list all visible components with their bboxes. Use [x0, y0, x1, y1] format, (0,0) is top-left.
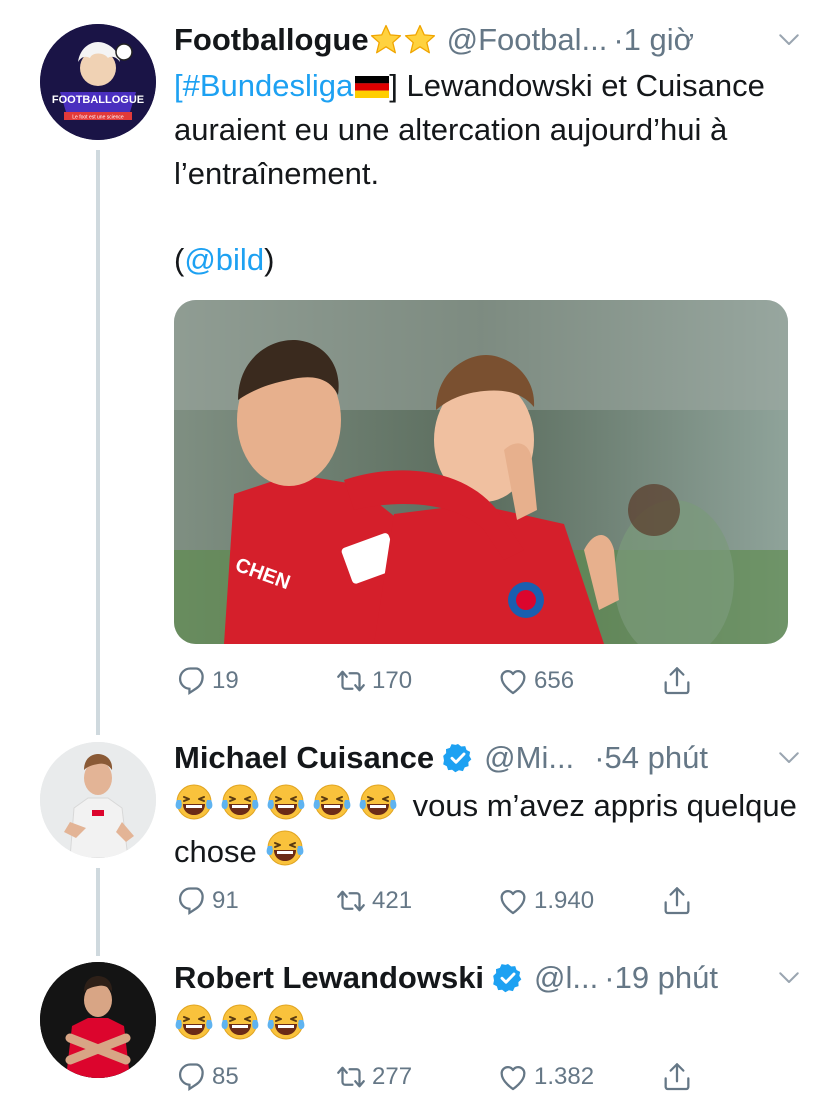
paren-close: ): [264, 242, 275, 277]
timestamp[interactable]: ·54 phút: [594, 740, 708, 776]
chevron-down-icon[interactable]: [774, 742, 804, 772]
reply-button[interactable]: 19: [174, 664, 239, 698]
avatar[interactable]: FOOTBALLOGUE Le foot est une science: [40, 24, 156, 140]
retweet-icon: [334, 884, 368, 918]
retweet-count: 277: [372, 1063, 413, 1090]
reply-button[interactable]: 91: [174, 884, 239, 918]
reply-icon: [174, 1060, 208, 1094]
handle[interactable]: @Footbal...: [447, 22, 608, 58]
laughing-emoji: [220, 1002, 260, 1042]
display-name[interactable]: Michael Cuisance: [174, 740, 434, 776]
retweet-button[interactable]: 170: [334, 664, 412, 698]
germany-flag: [355, 76, 390, 98]
handle[interactable]: @l...: [534, 960, 598, 996]
retweet-button[interactable]: 277: [334, 1060, 412, 1094]
like-button[interactable]: 1.940: [496, 884, 594, 918]
laughing-emoji: [174, 1002, 214, 1042]
tweet-text: vous m’avez appris quelque chose: [174, 782, 798, 874]
like-count: 1.940: [534, 887, 595, 914]
reply-count: 91: [212, 887, 239, 914]
retweet-count: 170: [372, 667, 413, 694]
laughing-emoji: [220, 782, 260, 822]
laughing-emoji: [266, 1002, 306, 1042]
share-icon: [660, 884, 694, 918]
retweet-icon: [334, 664, 368, 698]
tweet-michael-cuisance[interactable]: Michael Cuisance @Mi... ·54 phút vous m’…: [0, 722, 828, 942]
avatar-logo-text: FOOTBALLOGUE: [52, 94, 144, 106]
like-button[interactable]: 656: [496, 664, 574, 698]
timestamp[interactable]: ·19 phút: [604, 960, 718, 996]
like-icon: [496, 884, 530, 918]
photo-illustration: CHEN: [174, 300, 788, 644]
reply-button[interactable]: 85: [174, 1060, 239, 1094]
retweet-button[interactable]: 421: [334, 884, 412, 918]
reply-count: 85: [212, 1063, 239, 1090]
chevron-down-icon[interactable]: [774, 24, 804, 54]
tweet-text: [#Bundesliga] Lewandowski et Cuisance au…: [174, 64, 798, 196]
tweet-actions: 19 170 656: [174, 664, 794, 698]
tweet-footballogue[interactable]: FOOTBALLOGUE Le foot est une science Foo…: [0, 0, 828, 720]
share-icon: [660, 664, 694, 698]
chevron-down-icon[interactable]: [774, 962, 804, 992]
share-button[interactable]: [660, 1060, 698, 1094]
like-count: 656: [534, 667, 575, 694]
retweet-count: 421: [372, 887, 413, 914]
paren-open: (: [174, 242, 185, 277]
footballogue-logo: FOOTBALLOGUE Le foot est une science: [40, 24, 156, 140]
tweet-source: (@bild): [174, 238, 798, 282]
avatar[interactable]: [40, 742, 156, 858]
share-button[interactable]: [660, 664, 698, 698]
share-button[interactable]: [660, 884, 698, 918]
reply-icon: [174, 884, 208, 918]
tweet-text: [174, 1002, 798, 1048]
star-emoji: [369, 23, 403, 57]
tweet-robert-lewandowski[interactable]: Robert Lewandowski @l... ·19 phút 85 277…: [0, 944, 828, 1103]
tweet-actions: 91 421 1.940: [174, 884, 794, 918]
tweet-header: Footballogue @Footbal... ·1 giờ: [174, 20, 804, 60]
hashtag-link[interactable]: [#Bundesliga: [174, 68, 353, 103]
avatar-photo: [40, 742, 156, 858]
tweet-header: Michael Cuisance @Mi... ·54 phút: [174, 738, 804, 778]
laughing-emoji: [312, 782, 352, 822]
display-name[interactable]: Footballogue: [174, 22, 369, 58]
verified-badge-icon: [492, 962, 524, 994]
tweet-actions: 85 277 1.382: [174, 1060, 794, 1094]
avatar[interactable]: [40, 962, 156, 1078]
laughing-emoji: [266, 782, 306, 822]
like-icon: [496, 1060, 530, 1094]
like-icon: [496, 664, 530, 698]
reply-count: 19: [212, 667, 239, 694]
reply-icon: [174, 664, 208, 698]
timestamp[interactable]: ·1 giờ: [613, 22, 694, 58]
laughing-emoji: [174, 782, 214, 822]
retweet-icon: [334, 1060, 368, 1094]
laughing-emoji: [265, 828, 305, 868]
verified-badge-icon: [442, 742, 474, 774]
tweet-header: Robert Lewandowski @l... ·19 phút: [174, 958, 804, 998]
star-emoji: [403, 23, 437, 57]
handle[interactable]: @Mi...: [484, 740, 574, 776]
share-icon: [660, 1060, 694, 1094]
laughing-emoji: [358, 782, 398, 822]
avatar-logo-sub: Le foot est une science: [72, 115, 124, 121]
tweet-photo[interactable]: CHEN: [174, 300, 788, 644]
like-button[interactable]: 1.382: [496, 1060, 594, 1094]
like-count: 1.382: [534, 1063, 595, 1090]
mention-link[interactable]: @bild: [184, 242, 264, 277]
avatar-photo: [40, 962, 156, 1078]
display-name[interactable]: Robert Lewandowski: [174, 960, 484, 996]
